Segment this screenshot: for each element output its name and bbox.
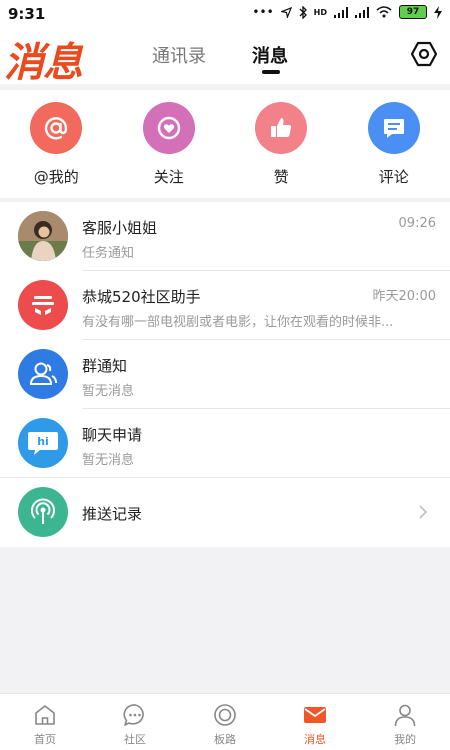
broadcast-icon [18,487,68,537]
status-bar: 9:31 ••• HD 97 [0,0,450,26]
at-icon [30,102,83,154]
list-item-community-assistant[interactable]: 恭城520社区助手 有没有哪一部电视剧或者电影，让你在观看的时候非... 昨天2… [0,271,450,340]
quick-action-label: 评论 [378,168,409,186]
quick-action-label: 赞 [273,168,289,186]
tab-messages[interactable]: 消息 [252,42,288,68]
nav-label: 社区 [124,733,146,746]
message-preview: 任务通知 [82,246,135,261]
quick-action-follow[interactable]: 关注 [113,90,226,198]
message-title: 群通知 [82,357,128,375]
circle-icon [214,704,236,726]
chevron-right-icon [419,505,428,519]
quick-action-label: 关注 [153,168,184,186]
heart-icon [142,102,195,154]
bottom-nav: 首页 社区 板路 消息 我的 [0,693,450,750]
quick-action-label: @我的 [33,168,79,186]
message-time: 昨天20:00 [372,289,436,304]
quick-actions: @我的 关注 赞 评论 [0,90,450,198]
wifi-icon [376,6,392,18]
comment-icon [367,102,420,154]
list-item-chat-request[interactable]: hi 聊天申请 暂无消息 [0,409,450,478]
nav-label: 板路 [214,733,236,746]
home-icon [35,705,55,725]
quick-action-comments[interactable]: 评论 [338,90,450,198]
bluetooth-icon [299,5,307,19]
message-title: 聊天申请 [82,426,143,444]
app-logo-avatar [18,280,68,330]
tab-active-indicator [262,70,280,74]
message-title: 推送记录 [82,505,143,523]
person-icon [394,704,416,727]
status-time: 9:31 [8,5,46,23]
charging-icon [434,5,442,19]
network-label: HD [313,7,327,17]
list-item-group-notice[interactable]: 群通知 暂无消息 [0,340,450,409]
status-indicators: ••• HD 97 [252,5,442,19]
message-time: 09:26 [398,216,436,231]
header: 消息 通讯录 消息 [0,26,450,86]
message-preview: 有没有哪一部电视剧或者电影，让你在观看的时候非... [82,315,394,330]
message-preview: 暂无消息 [82,453,135,468]
hi-chat-icon: hi [18,418,68,468]
message-list: 客服小姐姐 任务通知 09:26 恭城520社区助手 有没有哪一部电视剧或者电影… [0,202,450,547]
tab-contacts[interactable]: 通讯录 [152,42,206,68]
message-title: 客服小姐姐 [82,219,158,237]
nav-banlu[interactable]: 板路 [180,694,270,750]
nav-me[interactable]: 我的 [360,694,450,750]
list-item-push-record[interactable]: 推送记录 [0,478,450,547]
nav-community[interactable]: 社区 [90,694,180,750]
battery-icon: 97 [399,5,427,19]
message-title: 恭城520社区助手 [82,288,201,306]
quick-action-mentions[interactable]: @我的 [0,90,113,198]
nav-messages[interactable]: 消息 [270,694,360,750]
group-icon [18,349,68,399]
message-preview: 暂无消息 [82,384,135,399]
mail-icon [304,707,326,723]
location-icon [280,6,292,18]
nav-label: 我的 [394,733,416,746]
photo-avatar [18,211,68,261]
nav-label: 首页 [34,733,56,746]
signal-icon-2 [355,6,369,18]
hexagon-settings-icon[interactable] [410,40,438,68]
signal-icon [334,6,348,18]
app-logo: 消息 [4,39,83,86]
svg-text:hi: hi [37,435,49,448]
thumbs-up-icon [255,102,308,154]
chat-bubble-icon [123,704,144,726]
nav-home[interactable]: 首页 [0,694,90,750]
notification-dots: ••• [252,5,274,19]
nav-label: 消息 [304,733,326,746]
list-item-customer-service[interactable]: 客服小姐姐 任务通知 09:26 [0,202,450,271]
quick-action-likes[interactable]: 赞 [225,90,338,198]
